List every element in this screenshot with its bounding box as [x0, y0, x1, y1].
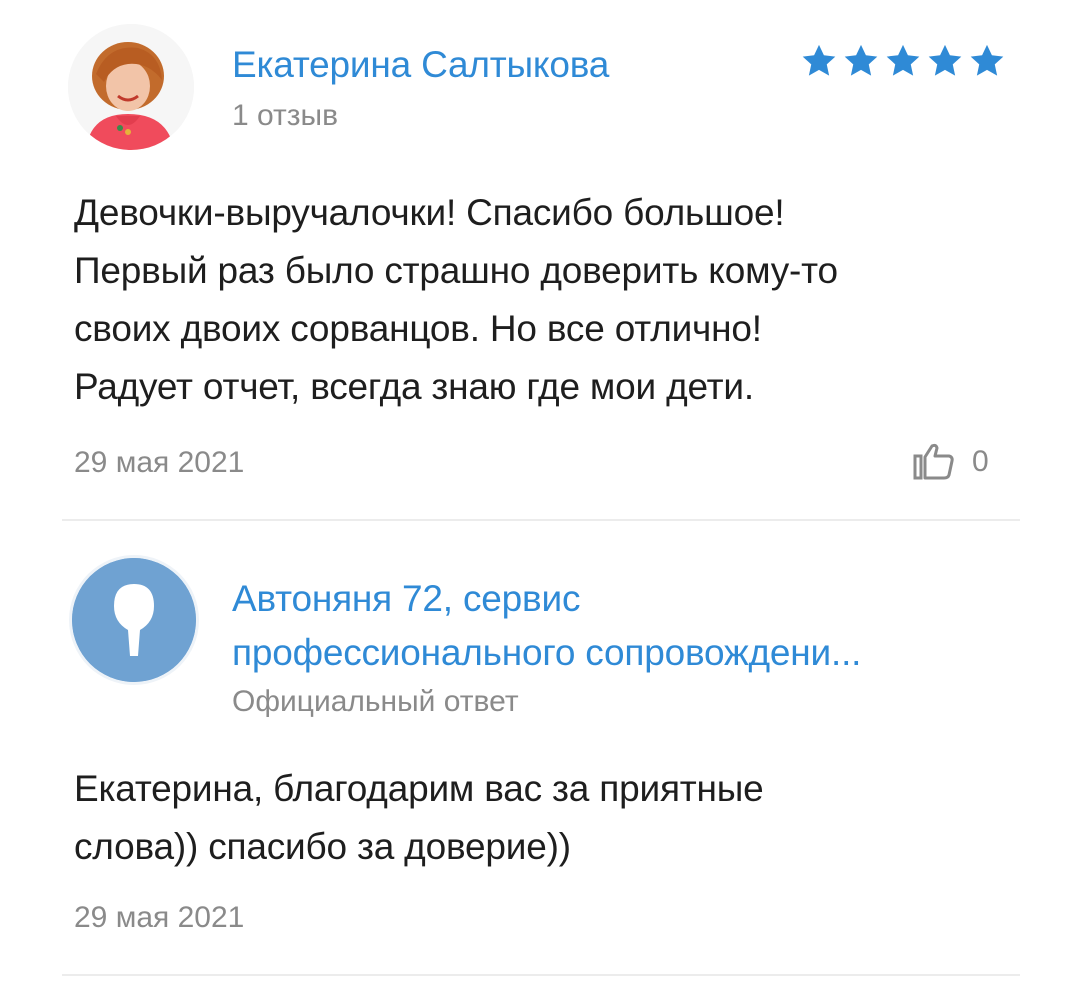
reply-text-line: слова)) спасибо за доверие)): [74, 826, 571, 867]
user-avatar[interactable]: [68, 24, 194, 150]
review-text-line: своих двоих сорванцов. Но все отлично!: [74, 308, 762, 349]
author-review-count[interactable]: 1 отзыв: [232, 98, 338, 134]
like-count: 0: [972, 445, 989, 478]
author-name[interactable]: Екатерина Салтыкова: [232, 42, 609, 88]
reply-text-line: Екатерина, благодарим вас за приятные: [74, 768, 764, 809]
review-text-line: Девочки-выручалочки! Спасибо большое!: [74, 192, 785, 233]
company-name-line2[interactable]: профессионального сопровождени...: [232, 630, 861, 676]
review-card: Екатерина Салтыкова 1 отзыв Девочки-выру…: [0, 0, 1080, 521]
official-reply-card: Автоняня 72, сервис профессионального со…: [0, 520, 1080, 982]
star-icon: [928, 44, 962, 76]
reply-text: Екатерина, благодарим вас за приятные сл…: [74, 760, 1014, 876]
star-icon: [886, 44, 920, 76]
official-reply-label: Официальный ответ: [232, 685, 519, 718]
star-icon: [844, 44, 878, 76]
rating-stars: [800, 42, 1010, 86]
pin-placeholder-icon: [72, 558, 196, 682]
thumbs-up-icon: [913, 443, 954, 480]
review-text: Девочки-выручалочки! Спасибо большое! Пе…: [74, 184, 1014, 416]
star-icon: [802, 44, 836, 76]
like-button[interactable]: 0: [912, 442, 989, 482]
reply-date: 29 мая 2021: [74, 901, 245, 934]
review-text-line: Первый раз было страшно доверить кому-то: [74, 250, 838, 291]
review-date: 29 мая 2021: [74, 446, 245, 479]
review-text-line: Радует отчет, всегда знаю где мои дети.: [74, 366, 754, 407]
user-photo: [68, 24, 194, 150]
company-name-line1[interactable]: Автоняня 72, сервис: [232, 576, 580, 622]
company-avatar[interactable]: [72, 558, 196, 682]
star-icon: [970, 44, 1004, 76]
divider: [62, 974, 1020, 976]
